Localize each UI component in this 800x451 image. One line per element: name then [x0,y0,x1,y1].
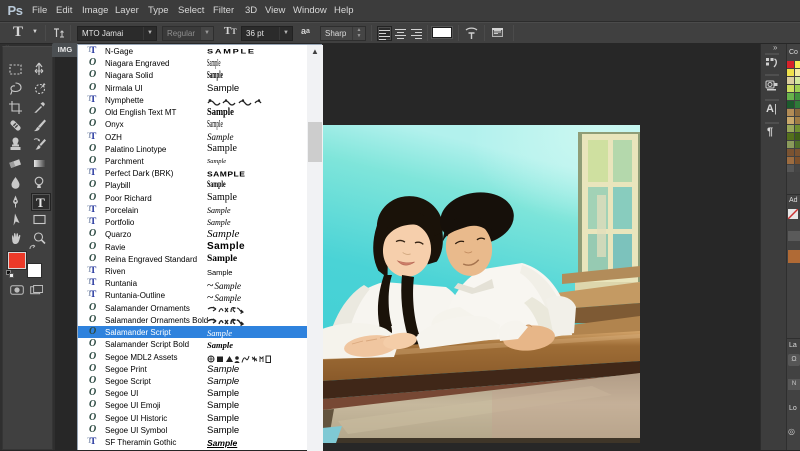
svg-text:T: T [36,195,45,210]
